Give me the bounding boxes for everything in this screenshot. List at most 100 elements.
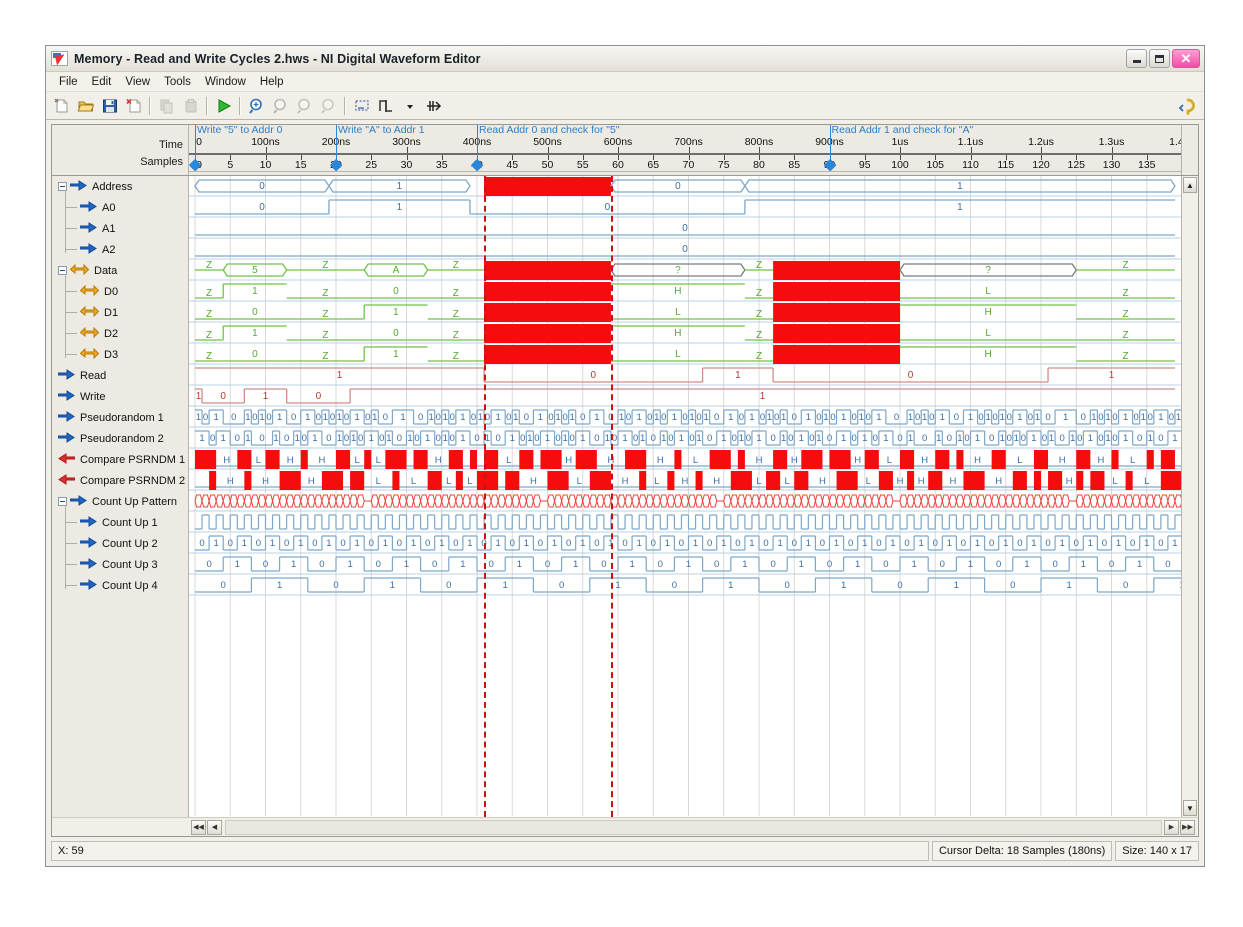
signal-label: Count Up 2 bbox=[102, 537, 158, 550]
tree-stub bbox=[65, 585, 77, 586]
svg-text:0: 0 bbox=[453, 538, 458, 549]
svg-text:1: 1 bbox=[390, 580, 395, 591]
edge-icon[interactable] bbox=[374, 94, 397, 117]
arrow-right-blue-icon bbox=[57, 410, 75, 422]
sample-tick-label: 95 bbox=[858, 159, 871, 171]
svg-text:1: 1 bbox=[1091, 412, 1096, 423]
svg-text:0: 0 bbox=[978, 412, 983, 423]
arrow-right-blue-icon bbox=[79, 557, 97, 572]
status-cursor-delta: Cursor Delta: 18 Samples (180ns) bbox=[931, 841, 1113, 861]
menu-edit[interactable]: Edit bbox=[85, 75, 119, 89]
scroll-prev-button[interactable]: ◀ bbox=[207, 819, 222, 835]
svg-text:0: 0 bbox=[852, 412, 857, 423]
signal-row-data[interactable]: Data bbox=[52, 260, 188, 281]
close-button[interactable]: ✕ bbox=[1172, 49, 1200, 68]
new-icon[interactable] bbox=[50, 94, 73, 117]
menu-help[interactable]: Help bbox=[253, 75, 291, 89]
vertical-scrollbar[interactable]: ▲ ▼ bbox=[1181, 176, 1198, 817]
svg-text:0: 0 bbox=[922, 433, 927, 444]
svg-text:1: 1 bbox=[862, 538, 867, 549]
signal-row-count-up-pattern[interactable]: Count Up Pattern bbox=[52, 491, 188, 512]
menu-tools[interactable]: Tools bbox=[157, 75, 198, 89]
svg-text:1: 1 bbox=[580, 433, 585, 444]
svg-text:1: 1 bbox=[1031, 538, 1036, 549]
signal-row-compare-psrndm-2[interactable]: Compare PSRNDM 2 bbox=[52, 470, 188, 491]
scroll-up-button[interactable]: ▲ bbox=[1183, 177, 1197, 193]
svg-text:1: 1 bbox=[347, 559, 352, 570]
svg-text:L: L bbox=[785, 476, 790, 487]
scroll-last-button[interactable]: ▶▶ bbox=[1180, 819, 1195, 835]
svg-text:1: 1 bbox=[936, 433, 941, 444]
arrow-right-blue-icon bbox=[79, 536, 97, 548]
svg-text:1: 1 bbox=[799, 559, 804, 570]
signal-row-write[interactable]: Write bbox=[52, 386, 188, 407]
svg-text:0: 0 bbox=[661, 412, 666, 423]
arrow-right-blue-icon bbox=[57, 368, 75, 380]
time-ruler[interactable]: 0100ns200ns300ns400ns500ns600ns700ns800n… bbox=[189, 125, 1181, 175]
zoom-in-icon[interactable] bbox=[245, 94, 268, 117]
svg-text:1: 1 bbox=[496, 412, 501, 423]
time-tick-label: 300ns bbox=[392, 136, 421, 148]
svg-text:0: 0 bbox=[735, 538, 740, 549]
arrow-right-blue-icon bbox=[57, 410, 75, 425]
svg-text:1: 1 bbox=[252, 286, 258, 297]
signal-label: D2 bbox=[104, 327, 119, 340]
svg-text:0: 0 bbox=[1148, 412, 1153, 423]
arrow-right-blue-icon bbox=[79, 200, 97, 212]
horizontal-scrollbar[interactable]: ◀◀ ◀ ▶ ▶▶ bbox=[52, 817, 1198, 836]
svg-text:0: 0 bbox=[1045, 538, 1050, 549]
sample-tick-label: 130 bbox=[1102, 159, 1121, 171]
menu-file[interactable]: File bbox=[52, 75, 85, 89]
maximize-button[interactable] bbox=[1149, 49, 1170, 68]
insert-icon[interactable] bbox=[422, 94, 445, 117]
menu-view[interactable]: View bbox=[118, 75, 157, 89]
help-icon[interactable] bbox=[1175, 95, 1198, 118]
svg-text:0: 0 bbox=[770, 559, 775, 570]
waveform-canvas[interactable]: 0 1 0 1 0 1 0 1 0 0 Z 5 Z A Z? Z? Z Z 1 Z 0 Z H Z L Z Z 0 Z 1 Z L Z H Z Z 1 Z… bbox=[189, 176, 1181, 817]
scroll-next-button[interactable]: ▶ bbox=[1164, 819, 1179, 835]
svg-text:1: 1 bbox=[957, 202, 963, 213]
svg-text:0: 0 bbox=[1134, 412, 1139, 423]
sample-tick-label: 15 bbox=[294, 159, 307, 171]
annotation-marker-label: Write "A" to Addr 1 bbox=[338, 125, 425, 136]
signal-row-read[interactable]: Read bbox=[52, 365, 188, 386]
signal-name-list[interactable]: Address A0 A1 A2 Data D0 D1 D2 D3 Read Write Pseudo… bbox=[52, 176, 189, 817]
cursor-a[interactable] bbox=[484, 176, 487, 817]
svg-text:1: 1 bbox=[781, 412, 786, 423]
svg-text:0: 0 bbox=[1045, 412, 1050, 423]
svg-text:L: L bbox=[985, 328, 991, 339]
select-range-icon[interactable] bbox=[350, 94, 373, 117]
waveform-editor: Time Samples 0100ns200ns300ns400ns500ns6… bbox=[51, 124, 1199, 837]
run-icon[interactable] bbox=[212, 94, 235, 117]
svg-text:1: 1 bbox=[400, 412, 405, 423]
sample-tick-label: 25 bbox=[365, 159, 378, 171]
svg-text:1: 1 bbox=[460, 559, 465, 570]
toolbar-separator-4 bbox=[344, 96, 346, 115]
save-icon[interactable] bbox=[98, 94, 121, 117]
svg-text:0: 0 bbox=[770, 433, 775, 444]
svg-text:1: 1 bbox=[679, 433, 684, 444]
signal-row-pseudorandom-1[interactable]: Pseudorandom 1 bbox=[52, 407, 188, 428]
svg-text:0: 0 bbox=[1007, 412, 1012, 423]
minimize-button[interactable] bbox=[1126, 49, 1147, 68]
signal-row-address[interactable]: Address bbox=[52, 176, 188, 197]
signal-row-compare-psrndm-1[interactable]: Compare PSRNDM 1 bbox=[52, 449, 188, 470]
chevron-down-icon[interactable] bbox=[398, 94, 421, 117]
scroll-first-button[interactable]: ◀◀ bbox=[191, 819, 206, 835]
signal-row-pseudorandom-2[interactable]: Pseudorandom 2 bbox=[52, 428, 188, 449]
svg-text:0: 0 bbox=[319, 559, 324, 570]
menu-window[interactable]: Window bbox=[198, 75, 253, 89]
svg-text:1: 1 bbox=[637, 538, 642, 549]
svg-text:1: 1 bbox=[947, 538, 952, 549]
svg-text:1: 1 bbox=[503, 580, 508, 591]
svg-text:H: H bbox=[565, 455, 572, 466]
open-icon[interactable] bbox=[74, 94, 97, 117]
scroll-down-button[interactable]: ▼ bbox=[1183, 800, 1197, 816]
arrow-right-blue-icon bbox=[57, 389, 75, 401]
cursor-b[interactable] bbox=[610, 176, 613, 817]
signal-label: D0 bbox=[104, 285, 119, 298]
waveform-svg: 0 1 0 10 1 0 100Z 5 Z A Z? Z? ZZ 1 Z 0 Z H Z L ZZ 0 Z 1 Z L Z H ZZ 1 Z… bbox=[189, 176, 1181, 816]
svg-text:H: H bbox=[435, 455, 442, 466]
delete-icon[interactable] bbox=[122, 94, 145, 117]
hscroll-track[interactable] bbox=[225, 819, 1162, 835]
